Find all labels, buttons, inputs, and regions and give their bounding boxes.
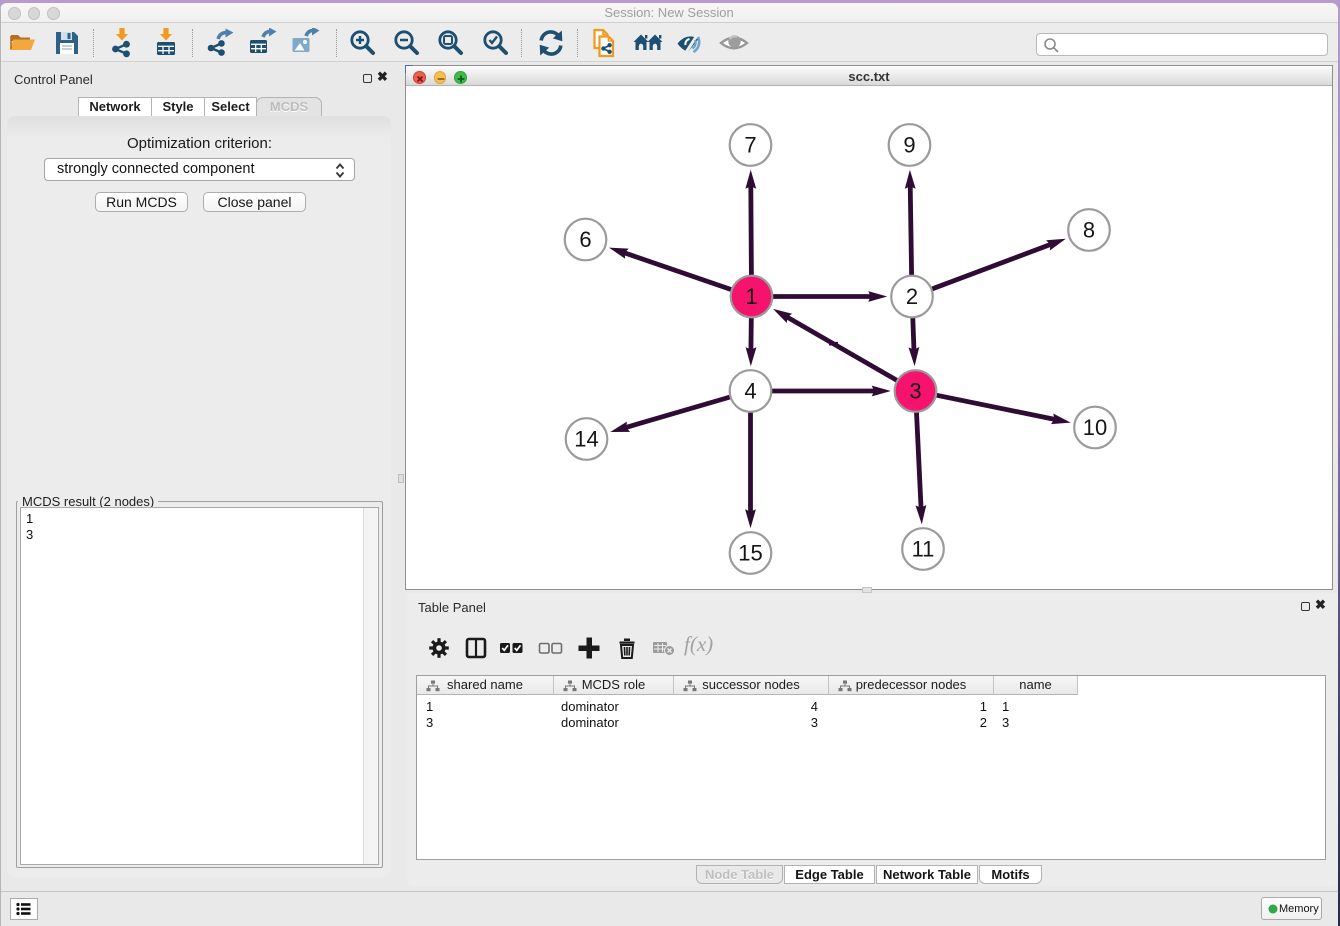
svg-text:14: 14 — [574, 427, 598, 452]
svg-text:1: 1 — [745, 284, 757, 309]
svg-text:11: 11 — [912, 537, 935, 562]
svg-text:2: 2 — [906, 284, 918, 309]
svg-text:4: 4 — [744, 379, 756, 404]
svg-text:6: 6 — [579, 227, 591, 252]
svg-text:10: 10 — [1083, 415, 1107, 440]
svg-text:7: 7 — [744, 133, 756, 158]
svg-text:15: 15 — [738, 541, 762, 566]
svg-text:3: 3 — [909, 379, 921, 404]
svg-text:9: 9 — [903, 133, 915, 158]
svg-text:8: 8 — [1083, 218, 1095, 243]
